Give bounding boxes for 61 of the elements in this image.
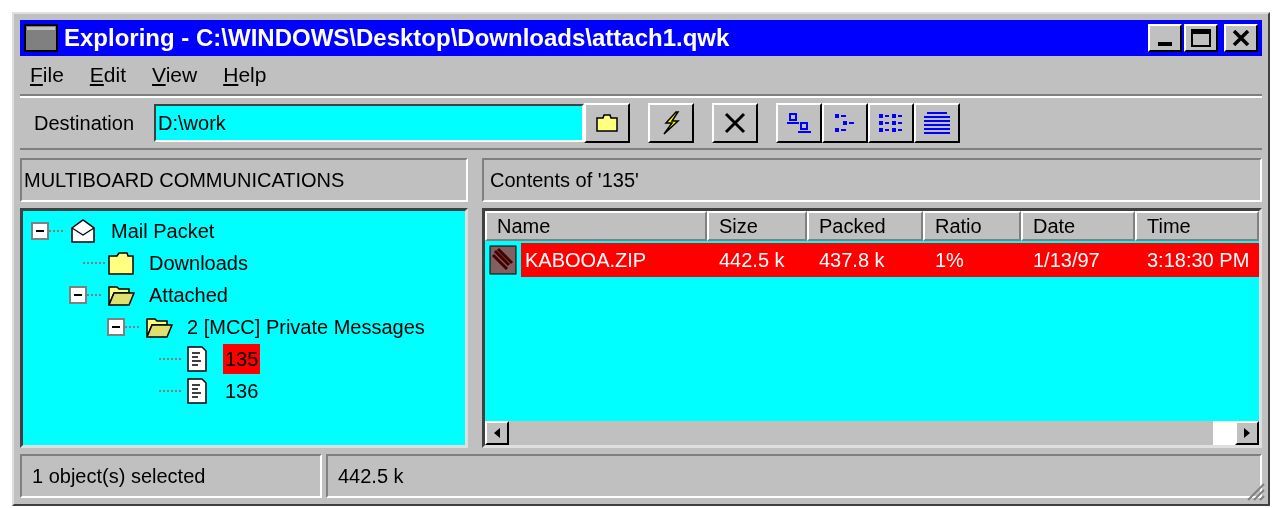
maximize-button[interactable] [1184,24,1218,52]
close-button[interactable] [1224,24,1258,52]
lightning-button[interactable] [648,103,695,143]
status-panel: 1 object(s) selected [20,454,322,498]
window-title: Exploring - C:\WINDOWS\Desktop\Downloads\attach1.qwk [64,23,731,53]
minimize-icon [1158,42,1172,46]
menu-item[interactable]: View [152,59,198,91]
horizontal-scrollbar[interactable] [485,421,1259,445]
tree-item[interactable]: 136 [223,376,261,406]
destination-label: Destination [34,111,135,136]
left-arrow-icon [494,428,500,438]
menu-item[interactable]: Help [223,59,267,91]
delete-button[interactable] [712,103,759,143]
collapse-toggle[interactable] [107,318,125,336]
archive-icon [489,245,517,275]
list-view-icon [878,112,905,134]
destination-field[interactable]: D:\work [154,104,585,142]
menu-item[interactable]: File [30,59,64,91]
column-header[interactable]: Date [1021,211,1135,241]
column-header[interactable]: Time [1135,211,1259,241]
scroll-right-button[interactable] [1235,421,1259,445]
scroll-left-button[interactable] [485,421,509,445]
window-icon [24,24,58,52]
browse-button[interactable] [584,103,631,143]
tree-item[interactable]: 2 [MCC] Private Messages [185,312,427,342]
small-icons-button[interactable] [822,103,869,143]
minimize-button[interactable] [1148,24,1182,52]
scroll-thumb[interactable] [1213,421,1235,445]
large-icons-button[interactable] [776,103,823,143]
delete-icon [724,112,747,134]
pane-title: MULTIBOARD COMMUNICATIONS [24,168,345,193]
table-cell: 3:18:30 PM [1135,243,1259,277]
column-header[interactable]: Size [707,211,807,241]
status-panel: 442.5 k [326,454,1262,498]
column-header[interactable]: Name [485,211,707,241]
tree-item[interactable]: Mail Packet [109,216,217,246]
table-cell: 1% [923,243,1021,277]
table-cell: 442.5 k [707,243,807,277]
column-header[interactable]: Packed [807,211,923,241]
maximize-icon [1191,29,1211,47]
collapse-toggle[interactable] [31,222,49,240]
large-icons-icon [787,112,812,134]
tree-item[interactable]: Attached [147,280,230,310]
tree-item[interactable]: 135 [223,344,261,374]
details-view-button[interactable] [914,103,961,143]
collapse-toggle[interactable] [69,286,87,304]
list-view-button[interactable] [868,103,915,143]
close-icon [1232,30,1250,46]
table-cell: 1/13/97 [1021,243,1135,277]
pane-title: Contents of '135' [490,168,639,193]
tree-item[interactable]: Downloads [147,248,250,278]
menu-item[interactable]: Edit [89,59,127,91]
folder-icon [107,250,135,276]
table-cell: 437.8 k [807,243,923,277]
column-header[interactable]: Ratio [923,211,1021,241]
right-arrow-icon [1244,428,1250,438]
envelope-icon [69,218,97,244]
file-name[interactable]: KABOOA.ZIP [521,243,707,277]
details-view-icon [923,111,952,135]
folder-icon [596,114,619,132]
lightning-icon [660,111,683,135]
